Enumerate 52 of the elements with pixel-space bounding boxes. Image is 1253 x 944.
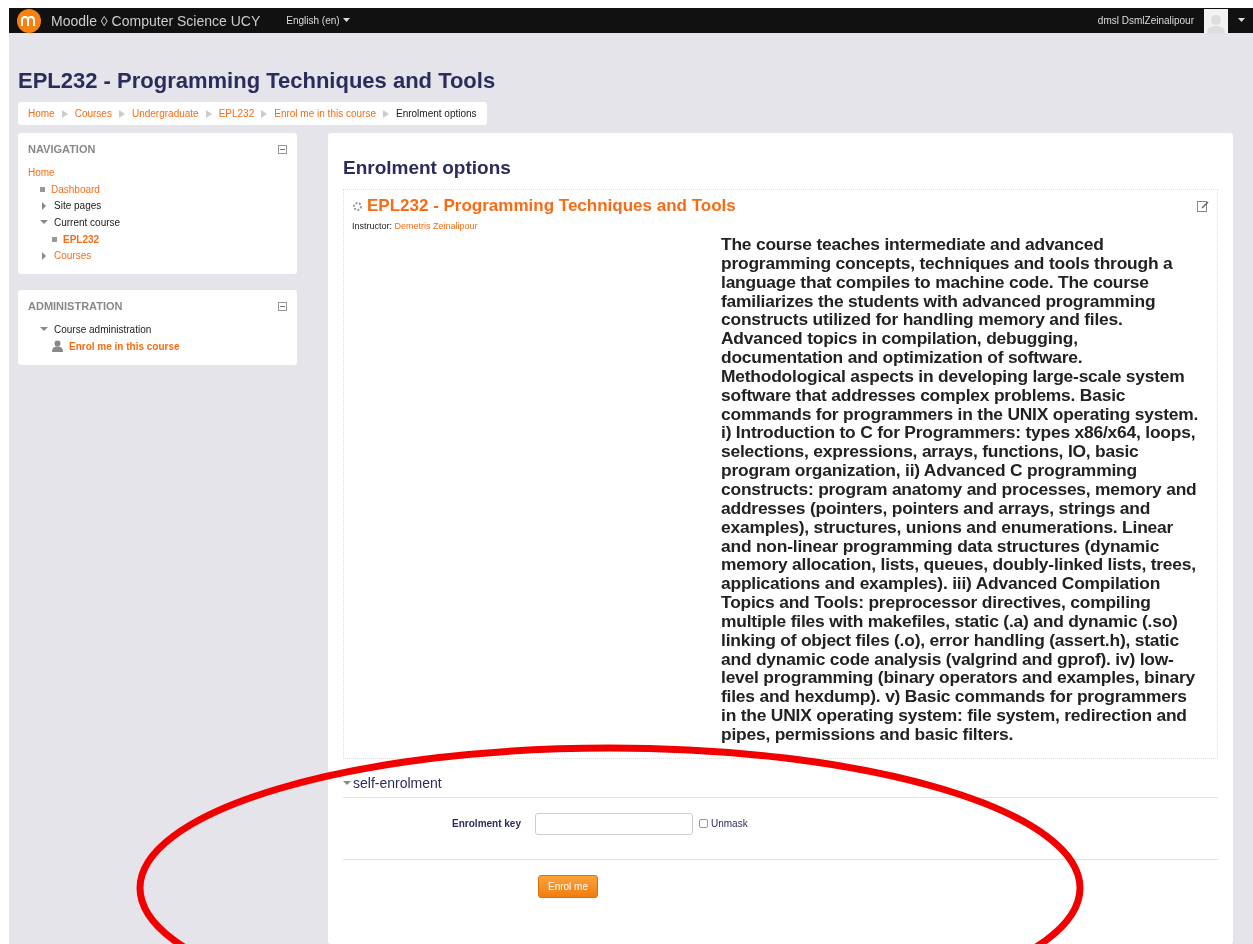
caret-icon[interactable] (1238, 18, 1245, 23)
separator-icon (260, 109, 269, 118)
separator-icon (204, 109, 213, 118)
breadcrumb-link[interactable]: Home (28, 108, 55, 119)
edit-icon[interactable] (1197, 200, 1209, 212)
expanded-arrow-icon (40, 325, 48, 334)
breadcrumb-link[interactable]: EPL232 (218, 108, 255, 119)
course-summary: The course teaches intermediate and advanced programming concepts, techniques and tools through a language that compiles to machine code. The course familiarizes the students with advanced programming constructs utilized for handling memory and files. Advanced topics in compilation, debugging, documentation and optimization of software. Methodological aspects in developing large-scale system software that addresses complex problems. Basic commands for programmers in the UNIX operating system. i) Introduction to C for Programmers: types x86/x64, loops, selections, expressions, arrays, functions, IO, basic program organization, ii) Advanced C programming constructs: program anatomy and processes, memory and addresses (pointers, pointers and arrays, strings and examples), structures, unions and enumerations. Linear and non-linear programming data structures (dynamic memory allocation, lists, queues, doubly-linked lists, trees, applications and examples). iii) Advanced Compilation Topics and Tools: preprocessor directives, compiling multiple files with makefiles, static (.a) and dynamic (.so) linking of object files (.o), error handling (assert.h), static and dynamic code analysis (valgrind and gprof). iv) low-level programming (binary operators and examples, binary files and hexdump). v) Basic commands for programmers in the UNIX operating system: file system, redirection and pipes, permissions and basic filters. (721, 235, 1200, 744)
avatar[interactable] (1204, 8, 1228, 33)
breadcrumb-link[interactable]: Courses (74, 108, 112, 119)
nav-item[interactable]: Site pages (54, 200, 102, 212)
enrol-button[interactable]: Enrol me (538, 874, 598, 898)
collapse-icon[interactable] (278, 301, 287, 311)
page-title: EPL232 - Programming Techniques and Tools (18, 68, 497, 94)
bullet-icon (52, 236, 57, 242)
nav-link[interactable]: Enrol me in this course (69, 340, 180, 352)
caret-icon (343, 778, 351, 787)
spinner-icon (352, 200, 363, 212)
caret-icon (342, 18, 350, 23)
nav-link[interactable]: Dashboard (51, 183, 100, 195)
section-heading: Enrolment options (343, 157, 512, 179)
breadcrumb-current[interactable]: Enrolment options (395, 108, 477, 119)
block-title: NAVIGATION (28, 143, 96, 155)
separator-icon (381, 109, 390, 118)
block-title: ADMINISTRATION (28, 300, 123, 313)
nav-link[interactable]: Courses (54, 250, 92, 262)
expanded-arrow-icon (40, 218, 48, 227)
enrolment-key-field[interactable] (535, 812, 693, 835)
separator-icon (60, 109, 69, 118)
breadcrumb-link[interactable]: Enrol me in this course (274, 108, 376, 119)
separator-icon (117, 109, 126, 118)
logo-icon (17, 8, 41, 33)
section-toggle[interactable]: self-enrolment (343, 774, 1218, 791)
language-menu[interactable]: English (en) (286, 15, 350, 26)
site-name[interactable]: Moodle ◊ Computer Science UCY (51, 12, 261, 29)
field-label: Enrolment key (451, 818, 522, 830)
collapsed-arrow-icon (40, 251, 48, 260)
collapse-icon[interactable] (278, 144, 287, 154)
bullet-icon (40, 186, 45, 192)
course-title[interactable]: EPL232 - Programming Techniques and Tools (367, 196, 736, 216)
breadcrumb-link[interactable]: Undergraduate (131, 108, 199, 119)
user-icon (52, 340, 63, 353)
nav-item[interactable]: Course administration (54, 323, 152, 335)
nav-link[interactable]: Home (28, 166, 55, 178)
nav-item[interactable]: Current course (54, 216, 121, 228)
unmask-checkbox[interactable] (699, 819, 708, 829)
checkbox-label[interactable]: Unmask (711, 818, 748, 830)
instructor-line: Instructor: Demetris Zeinalipour (352, 221, 479, 231)
instructor-link[interactable]: Demetris Zeinalipour (394, 221, 478, 231)
collapsed-arrow-icon (40, 201, 48, 210)
nav-link[interactable]: EPL232 (63, 233, 100, 245)
user-name[interactable]: dmsl DsmlZeinalipour (1097, 15, 1194, 26)
